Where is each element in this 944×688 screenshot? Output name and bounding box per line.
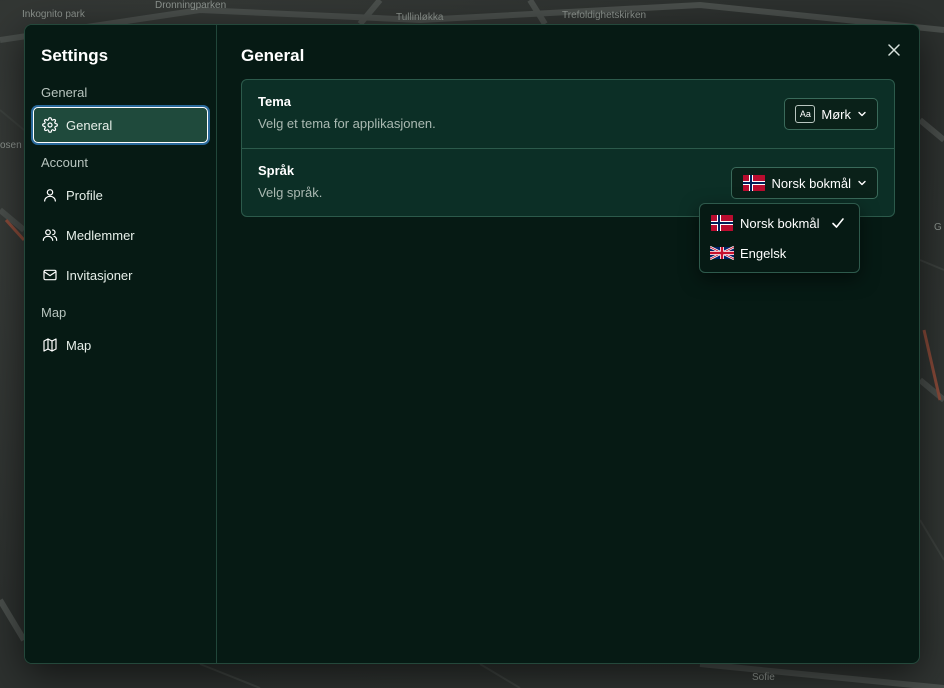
language-select[interactable]: Norsk bokmål (730, 167, 878, 199)
sidebar-item-label: Medlemmer (66, 227, 135, 243)
sidebar-item-label: Profile (66, 187, 103, 203)
map-icon (42, 337, 58, 353)
map-label: Inkognito park (22, 9, 85, 20)
language-select-value: Norsk bokmål (771, 175, 851, 191)
settings-sidebar: Settings General General Account Profile (25, 25, 217, 663)
uk-flag-icon (710, 245, 734, 261)
language-option-norwegian[interactable]: Norsk bokmål (704, 208, 855, 238)
sidebar-item-map[interactable]: Map (33, 327, 208, 363)
sidebar-item-label: Map (66, 337, 92, 353)
sidebar-item-profile[interactable]: Profile (33, 177, 208, 213)
map-label: Tullinløkka (396, 12, 444, 23)
settings-dialog: Settings General General Account Profile (24, 24, 920, 664)
sidebar-item-label: Invitasjoner (66, 267, 133, 283)
chevron-down-icon (857, 178, 867, 188)
sidebar-item-invitations[interactable]: Invitasjoner (33, 257, 208, 293)
map-label: G (934, 222, 942, 233)
norway-flag-icon (710, 215, 734, 231)
gear-icon (42, 117, 58, 133)
sidebar-item-members[interactable]: Medlemmer (33, 217, 208, 253)
map-label: osen (0, 140, 22, 151)
close-button[interactable] (885, 41, 903, 59)
norway-flag-icon (742, 175, 766, 191)
sidebar-item-label: General (66, 117, 113, 133)
option-label: Norsk bokmål (740, 215, 820, 231)
sidebar-item-general[interactable]: General (33, 107, 208, 143)
map-label: Sofie (752, 672, 775, 683)
section-label-general: General (41, 85, 88, 100)
sidebar-title: Settings (41, 46, 109, 65)
close-icon (888, 44, 900, 56)
chevron-down-icon (857, 109, 867, 119)
checkmark-icon (832, 218, 844, 228)
map-label: Trefoldighetskirken (562, 10, 647, 21)
theme-select-value: Mørk (821, 106, 851, 122)
users-icon (42, 227, 58, 243)
section-label-account: Account (41, 155, 88, 170)
user-icon (42, 187, 58, 203)
page-title: General (241, 46, 305, 65)
setting-row-theme: Tema Velg et tema for applikasjonen. Aa … (242, 80, 894, 148)
option-label: Engelsk (740, 245, 787, 261)
language-option-english[interactable]: Engelsk (704, 238, 855, 268)
language-dropdown-menu: Norsk bokmål Engelsk (699, 203, 860, 273)
general-settings-card: Tema Velg et tema for applikasjonen. Aa … (241, 79, 895, 217)
map-label: Dronningparken (155, 0, 227, 11)
mail-icon (42, 267, 58, 283)
section-label-map: Map (41, 305, 67, 320)
theme-select[interactable]: Aa Mørk (784, 98, 878, 130)
settings-content: General Tema Velg et tema for applikasjo… (217, 25, 919, 663)
theme-badge-icon: Aa (795, 105, 816, 123)
